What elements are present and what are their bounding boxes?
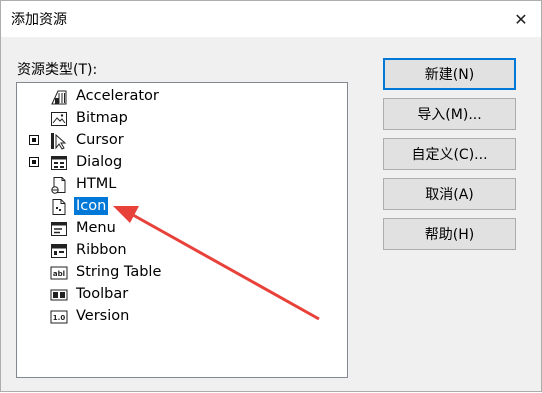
resource-type-label: 资源类型(T):: [17, 62, 98, 78]
cursor-icon: [51, 133, 67, 150]
tree-item-html[interactable]: HTML: [17, 174, 347, 196]
accelerator-icon: [51, 90, 67, 105]
tree-item-label: HTML: [76, 176, 117, 192]
ribbon-icon: [51, 244, 67, 258]
import-button[interactable]: 导入(M)...: [383, 98, 516, 130]
add-resource-dialog: 添加资源 ✕ 资源类型(T): Accelerator Bitmap Curso…: [0, 0, 542, 392]
tree-item-label: Version: [76, 308, 130, 324]
tree-item-dialog[interactable]: Dialog: [17, 152, 347, 174]
icon-resource-icon: [52, 199, 66, 215]
tree-item-label: Bitmap: [76, 110, 128, 126]
dialog-icon: [51, 156, 67, 170]
title-bar: 添加资源 ✕: [1, 1, 541, 37]
bitmap-icon: [51, 112, 67, 126]
svg-text:abl: abl: [53, 270, 65, 278]
window-title: 添加资源: [11, 12, 67, 28]
version-icon: 1.0: [50, 310, 68, 324]
html-icon: [51, 177, 66, 194]
menu-icon: [51, 222, 67, 236]
tree-item-label: Ribbon: [76, 242, 127, 258]
tree-item-label: Menu: [76, 220, 116, 236]
expand-toggle-icon[interactable]: [29, 157, 39, 167]
tree-item-label: Accelerator: [76, 88, 159, 104]
tree-item-label: Toolbar: [76, 286, 129, 302]
close-icon[interactable]: ✕: [501, 1, 541, 37]
custom-button[interactable]: 自定义(C)...: [383, 138, 516, 170]
toolbar-icon: [50, 289, 68, 301]
tree-item-label: Dialog: [76, 154, 123, 170]
help-button[interactable]: 帮助(H): [383, 218, 516, 250]
tree-item-string-table[interactable]: abl String Table: [17, 262, 347, 284]
tree-item-icon[interactable]: Icon: [17, 196, 347, 218]
tree-item-ribbon[interactable]: Ribbon: [17, 240, 347, 262]
tree-item-label: Cursor: [76, 132, 124, 148]
tree-item-label: Icon: [74, 197, 109, 215]
tree-item-bitmap[interactable]: Bitmap: [17, 108, 347, 130]
tree-item-accelerator[interactable]: Accelerator: [17, 86, 347, 108]
tree-item-menu[interactable]: Menu: [17, 218, 347, 240]
tree-item-version[interactable]: 1.0 Version: [17, 306, 347, 328]
expand-toggle-icon[interactable]: [29, 135, 39, 145]
resource-type-tree[interactable]: Accelerator Bitmap Cursor Dialog HTML Ic…: [16, 82, 348, 378]
new-button[interactable]: 新建(N): [383, 58, 516, 90]
svg-text:1.0: 1.0: [53, 314, 66, 322]
string-table-icon: abl: [50, 266, 68, 280]
tree-item-label: String Table: [76, 264, 162, 280]
tree-item-toolbar[interactable]: Toolbar: [17, 284, 347, 306]
cancel-button[interactable]: 取消(A): [383, 178, 516, 210]
tree-item-cursor[interactable]: Cursor: [17, 130, 347, 152]
